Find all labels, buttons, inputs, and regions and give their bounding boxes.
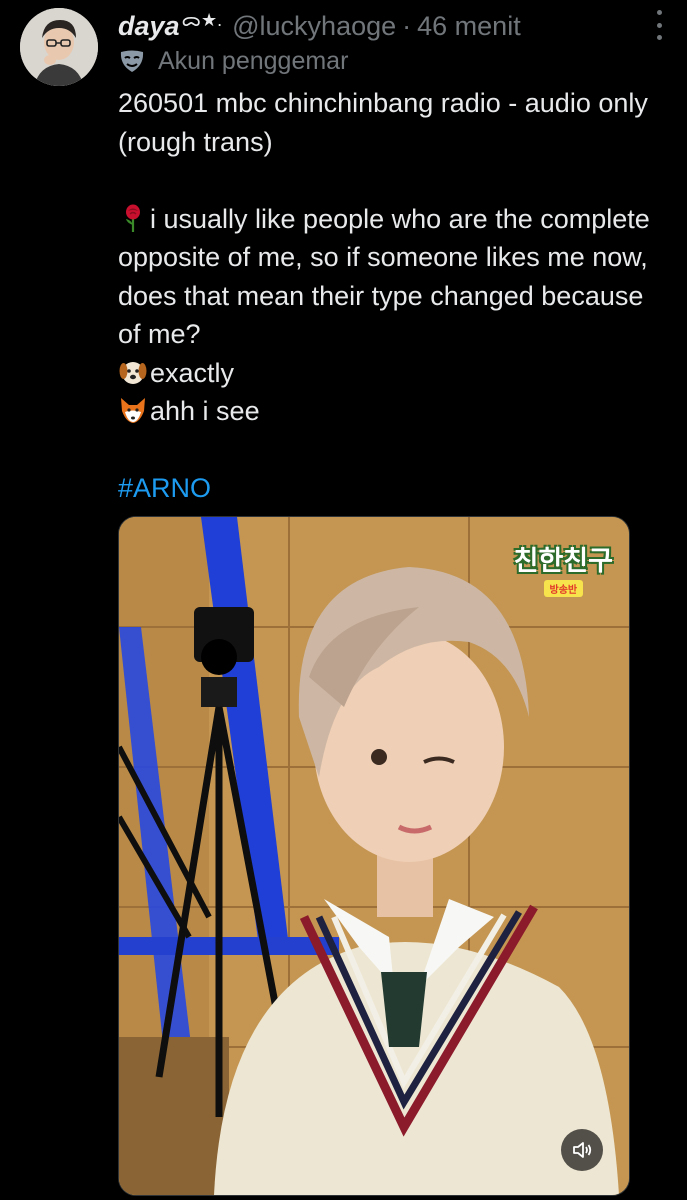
author-handle[interactable]: @luckyhaoge xyxy=(232,11,396,42)
tweet-header: daya ᯅ★. @luckyhaoge · 46 menit xyxy=(118,8,667,44)
video-frame-image xyxy=(119,517,629,1195)
author-name-decoration: ᯅ★. xyxy=(181,10,223,30)
media-video[interactable]: 친한친구 방송반 xyxy=(118,516,630,1196)
performing-arts-mask-icon xyxy=(120,50,144,72)
tweet-text-dog-line: exactly xyxy=(118,354,663,393)
fox-face-icon xyxy=(121,398,145,423)
rose-icon xyxy=(126,204,140,232)
dog-line-text: exactly xyxy=(150,357,235,388)
watermark-title: 친한친구 xyxy=(513,546,613,577)
separator-dot: · xyxy=(402,10,412,41)
volume-button[interactable] xyxy=(561,1129,603,1171)
tweet-text-fox-line: ahh i see xyxy=(118,392,663,431)
author-display-name[interactable]: daya xyxy=(118,11,180,42)
hashtag-link[interactable]: #ARNO xyxy=(118,473,211,503)
more-options-icon[interactable] xyxy=(653,10,665,40)
rose-line-text: i usually like people who are the comple… xyxy=(118,203,650,350)
tweet-text-rose-line: i usually like people who are the comple… xyxy=(118,200,663,354)
broadcast-watermark: 친한친구 방송반 xyxy=(514,539,613,598)
account-label: Akun penggemar xyxy=(118,44,348,78)
tweet-body: 260501 mbc chinchinbang radio - audio on… xyxy=(118,84,663,508)
fox-line-text: ahh i see xyxy=(150,396,260,426)
post-time[interactable]: 46 menit xyxy=(417,11,521,42)
speaker-icon xyxy=(573,1142,592,1158)
account-label-text: Akun penggemar xyxy=(158,46,349,75)
author-avatar[interactable] xyxy=(20,8,98,86)
watermark-subtitle: 방송반 xyxy=(543,580,584,597)
tweet-text-intro: 260501 mbc chinchinbang radio - audio on… xyxy=(118,88,648,157)
dog-face-icon xyxy=(119,361,147,384)
